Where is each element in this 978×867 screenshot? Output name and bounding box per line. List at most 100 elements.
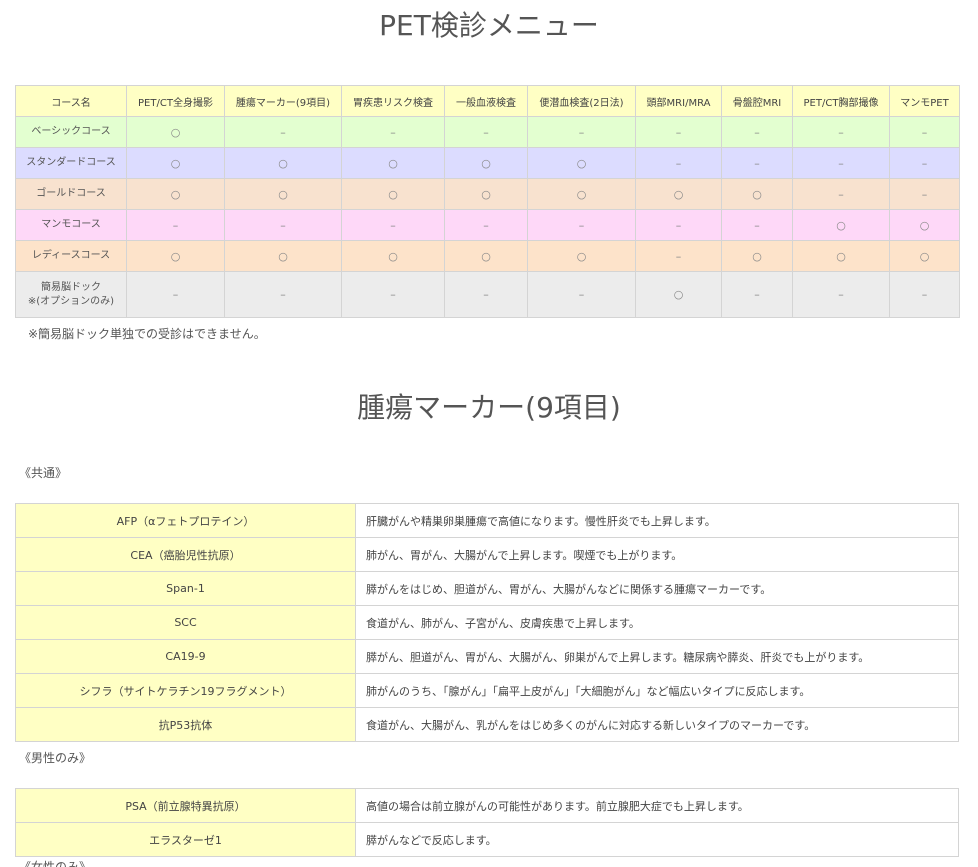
marker-table-male: PSA（前立腺特異抗原） 高値の場合は前立腺がんの可能性があります。前立腺肥大症で… [15, 788, 959, 857]
course-name: ゴールドコース [15, 178, 127, 210]
course-table-header: コース名 PET/CT全身撮影 腫瘍マーカー(9項目) 胃疾患リスク検査 一般血液検査便… [15, 85, 960, 117]
course-cell: ○ [635, 271, 722, 318]
course-cell: – [341, 209, 445, 241]
marker-name: CEA（癌胎児性抗原） [15, 537, 356, 572]
course-cell: – [721, 147, 793, 179]
marker-description: 膵がんをはじめ、胆道がん、胃がん、大腸がんなどに関係する腫瘍マーカーです。 [355, 571, 959, 606]
course-cell: – [444, 271, 528, 318]
course-cell: – [444, 116, 528, 148]
marker-description: 肝臓がんや精巣卵巣腫瘍で高値になります。慢性肝炎でも上昇します。 [355, 503, 959, 538]
course-header-cell: コース名 [15, 85, 127, 117]
course-row: マンモコース – – – – – – – ○ ○ [15, 209, 960, 241]
marker-name: シフラ（サイトケラチン19フラグメント） [15, 673, 356, 708]
course-header-cell: 頭部MRI/MRA [635, 85, 722, 117]
course-cell: ○ [341, 240, 445, 272]
course-cell: – [341, 271, 445, 318]
course-cell: – [444, 209, 528, 241]
course-cell: – [889, 178, 960, 210]
course-cell: – [341, 116, 445, 148]
tumor-marker-title: 腫瘍マーカー(9項目) [357, 391, 621, 424]
marker-name: SCC [15, 605, 356, 640]
course-cell: ○ [224, 178, 342, 210]
course-cell: ○ [224, 147, 342, 179]
page-title: PET検診メニュー [379, 9, 599, 42]
marker-description: 食道がん、肺がん、子宮がん、皮膚疾患で上昇します。 [355, 605, 959, 640]
marker-name: CA19-9 [15, 639, 356, 674]
course-cell: ○ [527, 178, 636, 210]
course-cell: ○ [224, 240, 342, 272]
brain-dock-note: ※簡易脳ドック単独での受診はできません。 [28, 327, 266, 341]
marker-row: PSA（前立腺特異抗原） 高値の場合は前立腺がんの可能性があります。前立腺肥大症で… [15, 788, 959, 823]
course-cell: ○ [126, 116, 225, 148]
course-cell: – [224, 271, 342, 318]
course-cell: – [889, 147, 960, 179]
marker-name: エラスターゼ1 [15, 822, 356, 857]
course-cell: – [224, 116, 342, 148]
course-cell: – [126, 209, 225, 241]
marker-description: 肺がん、胃がん、大腸がんで上昇します。喫煙でも上がります。 [355, 537, 959, 572]
course-cell: ○ [341, 147, 445, 179]
course-name: スタンダードコース [15, 147, 127, 179]
course-cell: – [721, 209, 793, 241]
section-common-label: 《共通》 [19, 466, 68, 480]
course-cell: – [224, 209, 342, 241]
course-cell: – [635, 209, 722, 241]
course-header-cell: 胃疾患リスク検査 [341, 85, 445, 117]
marker-description: 高値の場合は前立腺がんの可能性があります。前立腺肥大症でも上昇します。 [355, 788, 959, 823]
course-cell: – [635, 116, 722, 148]
marker-name: AFP（αフェトプロテイン） [15, 503, 356, 538]
course-name: 簡易脳ドック ※(オプションのみ) [15, 271, 127, 318]
course-cell: – [527, 116, 636, 148]
course-cell: ○ [126, 240, 225, 272]
course-cell: – [527, 271, 636, 318]
marker-description: 膵がんなどで反応します。 [355, 822, 959, 857]
course-row: ベーシックコース ○ – – – – – – – – [15, 116, 960, 148]
course-header-cell: 便潜血検査(2日法) [527, 85, 636, 117]
course-cell: ○ [792, 240, 890, 272]
course-cell: – [792, 147, 890, 179]
marker-row: シフラ（サイトケラチン19フラグメント） 肺がんのうち、「腺がん」「扁平上皮がん」… [15, 673, 959, 708]
course-name: レディースコース [15, 240, 127, 272]
section-male-label: 《男性のみ》 [19, 751, 92, 765]
course-cell: ○ [126, 178, 225, 210]
marker-row: 抗P53抗体 食道がん、大腸がん、乳がんをはじめ多くのがんに対応する新しいタイプの… [15, 707, 959, 742]
course-cell: ○ [527, 240, 636, 272]
marker-row: AFP（αフェトプロテイン） 肝臓がんや精巣卵巣腫瘍で高値になります。慢性肝炎でも… [15, 503, 959, 538]
marker-table-common: AFP（αフェトプロテイン） 肝臓がんや精巣卵巣腫瘍で高値になります。慢性肝炎でも… [15, 503, 959, 742]
course-name: マンモコース [15, 209, 127, 241]
marker-row: SCC 食道がん、肺がん、子宮がん、皮膚疾患で上昇します。 [15, 605, 959, 640]
course-cell: ○ [527, 147, 636, 179]
course-header-cell: マンモPET [889, 85, 960, 117]
course-cell: ○ [889, 240, 960, 272]
course-cell: – [889, 116, 960, 148]
course-cell: – [721, 116, 793, 148]
course-cell: ○ [889, 209, 960, 241]
course-cell: ○ [444, 147, 528, 179]
course-header-cell: 一般血液検査 [444, 85, 528, 117]
course-cell: ○ [792, 209, 890, 241]
course-cell: – [792, 116, 890, 148]
marker-row: CA19-9 膵がん、胆道がん、胃がん、大腸がん、卵巣がんで上昇します。糖尿病や膵… [15, 639, 959, 674]
course-row: ゴールドコース ○ ○ ○ ○ ○ ○ ○ – – [15, 178, 960, 210]
course-cell: – [721, 271, 793, 318]
marker-row: CEA（癌胎児性抗原） 肺がん、胃がん、大腸がんで上昇します。喫煙でも上がります。 [15, 537, 959, 572]
marker-description: 肺がんのうち、「腺がん」「扁平上皮がん」「大細胞がん」など幅広いタイプに反応しま… [355, 673, 959, 708]
course-row: レディースコース ○ ○ ○ ○ ○ – ○ ○ ○ [15, 240, 960, 272]
course-cell: ○ [721, 240, 793, 272]
marker-row: エラスターゼ1 膵がんなどで反応します。 [15, 822, 959, 857]
course-cell: ○ [444, 240, 528, 272]
marker-name: PSA（前立腺特異抗原） [15, 788, 356, 823]
course-cell: ○ [444, 178, 528, 210]
course-cell: – [635, 147, 722, 179]
course-cell: – [792, 271, 890, 318]
course-cell: ○ [341, 178, 445, 210]
course-cell: – [889, 271, 960, 318]
marker-description: 食道がん、大腸がん、乳がんをはじめ多くのがんに対応する新しいタイプのマーカーです… [355, 707, 959, 742]
course-name: ベーシックコース [15, 116, 127, 148]
course-cell: – [527, 209, 636, 241]
course-cell: ○ [126, 147, 225, 179]
marker-name: 抗P53抗体 [15, 707, 356, 742]
section-female-label: 《女性のみ》 [19, 860, 92, 867]
marker-name: Span-1 [15, 571, 356, 606]
course-row: スタンダードコース ○ ○ ○ ○ ○ – – – – [15, 147, 960, 179]
